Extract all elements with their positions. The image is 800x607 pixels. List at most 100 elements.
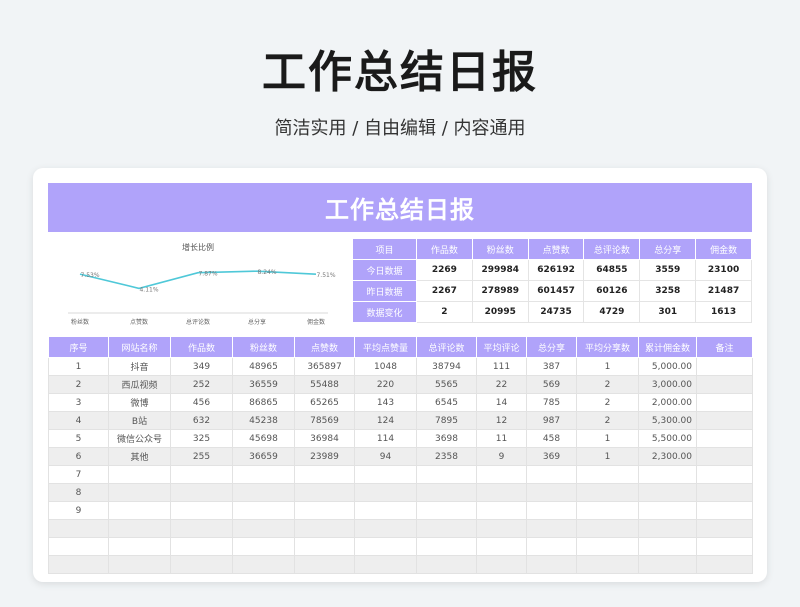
table-cell[interactable] [696, 483, 753, 502]
table-cell[interactable] [232, 537, 295, 556]
table-cell[interactable] [476, 465, 527, 484]
table-cell[interactable] [170, 519, 233, 538]
table-cell[interactable] [108, 537, 171, 556]
table-cell[interactable]: 23989 [294, 447, 355, 466]
table-cell[interactable] [170, 555, 233, 574]
table-cell[interactable] [696, 555, 753, 574]
table-cell[interactable] [576, 537, 639, 556]
table-cell[interactable] [294, 537, 355, 556]
table-cell[interactable] [294, 519, 355, 538]
table-cell[interactable]: 12 [476, 411, 527, 430]
table-cell[interactable]: 1 [48, 357, 109, 376]
table-cell[interactable] [526, 483, 577, 502]
table-cell[interactable]: 7 [48, 465, 109, 484]
table-cell[interactable]: 微博 [108, 393, 171, 412]
table-cell[interactable]: 48965 [232, 357, 295, 376]
table-cell[interactable]: 86865 [232, 393, 295, 412]
table-cell[interactable]: 2 [576, 411, 639, 430]
table-cell[interactable] [576, 465, 639, 484]
table-cell[interactable]: 7895 [416, 411, 477, 430]
table-cell[interactable] [108, 465, 171, 484]
table-cell[interactable] [108, 555, 171, 574]
table-cell[interactable] [696, 375, 753, 394]
table-cell[interactable]: 9 [476, 447, 527, 466]
table-cell[interactable] [526, 537, 577, 556]
table-cell[interactable]: 5565 [416, 375, 477, 394]
table-cell[interactable] [354, 537, 417, 556]
table-cell[interactable] [108, 501, 171, 520]
table-cell[interactable] [526, 519, 577, 538]
table-cell[interactable]: 252 [170, 375, 233, 394]
table-cell[interactable]: 45238 [232, 411, 295, 430]
table-cell[interactable] [638, 501, 697, 520]
table-cell[interactable] [294, 465, 355, 484]
table-cell[interactable]: 36659 [232, 447, 295, 466]
table-cell[interactable] [638, 555, 697, 574]
table-cell[interactable] [638, 465, 697, 484]
table-cell[interactable]: 785 [526, 393, 577, 412]
table-cell[interactable]: 55488 [294, 375, 355, 394]
table-cell[interactable]: 6545 [416, 393, 477, 412]
table-cell[interactable] [696, 393, 753, 412]
table-cell[interactable]: 220 [354, 375, 417, 394]
table-cell[interactable] [354, 465, 417, 484]
table-cell[interactable]: 111 [476, 357, 527, 376]
table-cell[interactable] [696, 537, 753, 556]
table-cell[interactable]: 36559 [232, 375, 295, 394]
table-cell[interactable] [526, 465, 577, 484]
table-cell[interactable] [696, 357, 753, 376]
table-cell[interactable] [232, 465, 295, 484]
table-cell[interactable] [576, 555, 639, 574]
table-cell[interactable]: 微信公众号 [108, 429, 171, 448]
table-cell[interactable]: 456 [170, 393, 233, 412]
table-cell[interactable] [294, 555, 355, 574]
table-cell[interactable]: 2,300.00 [638, 447, 697, 466]
table-cell[interactable] [576, 501, 639, 520]
table-cell[interactable] [416, 537, 477, 556]
table-cell[interactable] [576, 519, 639, 538]
table-cell[interactable]: 987 [526, 411, 577, 430]
table-cell[interactable]: 143 [354, 393, 417, 412]
table-cell[interactable] [170, 537, 233, 556]
table-cell[interactable] [416, 519, 477, 538]
table-cell[interactable]: 1 [576, 447, 639, 466]
table-cell[interactable]: 5,500.00 [638, 429, 697, 448]
table-cell[interactable]: 458 [526, 429, 577, 448]
table-cell[interactable]: 西瓜视频 [108, 375, 171, 394]
table-cell[interactable]: 36984 [294, 429, 355, 448]
table-cell[interactable]: 325 [170, 429, 233, 448]
table-cell[interactable] [354, 501, 417, 520]
table-cell[interactable] [294, 501, 355, 520]
table-cell[interactable]: 569 [526, 375, 577, 394]
table-cell[interactable] [108, 483, 171, 502]
table-cell[interactable]: 其他 [108, 447, 171, 466]
table-cell[interactable] [476, 555, 527, 574]
table-cell[interactable]: 9 [48, 501, 109, 520]
table-cell[interactable] [638, 537, 697, 556]
table-cell[interactable] [416, 483, 477, 502]
table-cell[interactable] [354, 555, 417, 574]
table-cell[interactable]: 8 [48, 483, 109, 502]
table-cell[interactable]: 14 [476, 393, 527, 412]
table-cell[interactable] [696, 429, 753, 448]
table-cell[interactable] [170, 483, 233, 502]
table-cell[interactable] [232, 501, 295, 520]
table-cell[interactable] [48, 555, 109, 574]
table-cell[interactable]: 387 [526, 357, 577, 376]
table-cell[interactable]: 1048 [354, 357, 417, 376]
table-cell[interactable]: 2 [576, 375, 639, 394]
table-cell[interactable] [232, 483, 295, 502]
table-cell[interactable] [696, 447, 753, 466]
table-cell[interactable] [476, 537, 527, 556]
table-cell[interactable]: 94 [354, 447, 417, 466]
table-cell[interactable] [170, 465, 233, 484]
table-cell[interactable] [108, 519, 171, 538]
table-cell[interactable] [476, 501, 527, 520]
table-cell[interactable] [696, 465, 753, 484]
table-cell[interactable]: 抖音 [108, 357, 171, 376]
table-cell[interactable] [416, 465, 477, 484]
table-cell[interactable]: 2358 [416, 447, 477, 466]
table-cell[interactable]: 11 [476, 429, 527, 448]
table-cell[interactable] [48, 519, 109, 538]
table-cell[interactable]: 4 [48, 411, 109, 430]
